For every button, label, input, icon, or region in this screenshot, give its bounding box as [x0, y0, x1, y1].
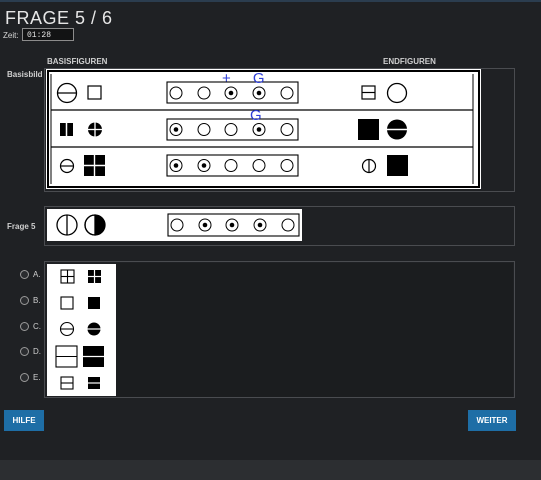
- next-button[interactable]: WEITER: [468, 410, 516, 431]
- answers-empty-area: [116, 263, 513, 397]
- annotation-row1: + G: [222, 70, 274, 87]
- row3-basis-figures: [59, 155, 105, 176]
- option-d-radio[interactable]: [20, 347, 29, 356]
- option-a-figures: [60, 269, 101, 284]
- option-c-radio[interactable]: [20, 322, 29, 331]
- basisbild-label: Basisbild: [7, 70, 43, 79]
- row1-basis-figures: [56, 82, 102, 104]
- option-c-label: C.: [33, 322, 41, 331]
- option-a-label: A.: [33, 270, 41, 279]
- top-accent-line: [0, 0, 541, 2]
- option-c[interactable]: C.: [20, 322, 41, 331]
- frage-label: Frage 5: [7, 222, 36, 231]
- option-d[interactable]: D.: [20, 347, 41, 356]
- help-button[interactable]: HILFE: [4, 410, 44, 431]
- timer-label: Zeit:: [3, 31, 19, 40]
- row2-basis-figures: [60, 122, 102, 137]
- basisbild-drawing: + G G: [50, 70, 474, 184]
- option-e-figures: [60, 376, 100, 390]
- row3-circle-sequence: [166, 154, 299, 177]
- footer-bar: [0, 460, 541, 480]
- column-header-basisfiguren: BASISFIGUREN: [47, 57, 108, 66]
- answers-drawing: [55, 269, 104, 390]
- option-e-radio[interactable]: [20, 373, 29, 382]
- row2-end-figures: [358, 119, 407, 140]
- option-d-figures: [55, 345, 104, 368]
- row3-end-figures: [361, 155, 408, 176]
- option-d-label: D.: [33, 347, 41, 356]
- option-b-label: B.: [33, 296, 41, 305]
- option-a[interactable]: A.: [20, 270, 41, 279]
- column-header-endfiguren: ENDFIGUREN: [383, 57, 436, 66]
- timer-display: 01:28: [22, 28, 74, 41]
- annotation-row2: G: [250, 107, 262, 124]
- row2-circle-sequence: [166, 118, 299, 141]
- option-e-label: E.: [33, 373, 41, 382]
- question-title: FRAGE 5 / 6: [5, 8, 113, 28]
- option-c-figures: [59, 321, 101, 337]
- option-b[interactable]: B.: [20, 296, 41, 305]
- option-b-radio[interactable]: [20, 296, 29, 305]
- frage-drawing: [56, 213, 300, 237]
- row1-end-figures: [361, 82, 408, 104]
- option-e[interactable]: E.: [20, 373, 41, 382]
- option-a-radio[interactable]: [20, 270, 29, 279]
- option-b-figures: [60, 296, 100, 310]
